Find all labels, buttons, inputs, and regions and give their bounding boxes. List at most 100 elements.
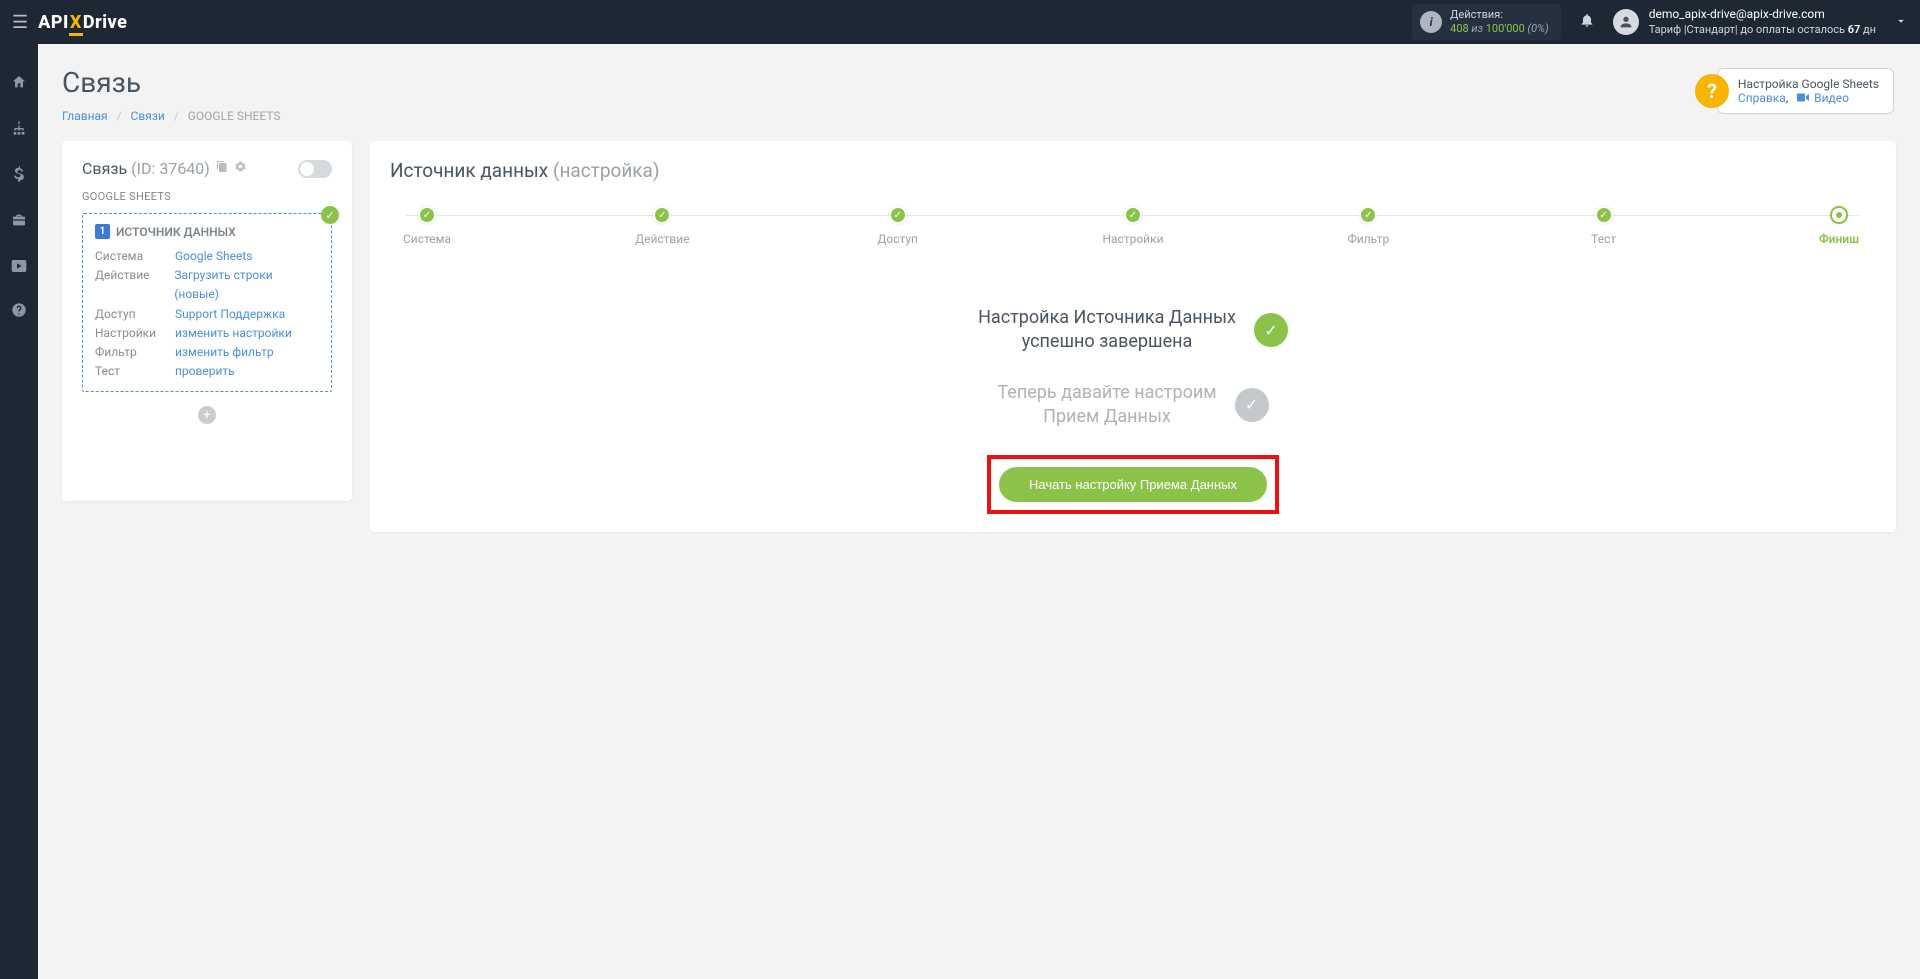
actions-pct: (0%)	[1528, 22, 1549, 35]
sitemap-icon[interactable]	[10, 120, 28, 140]
status-done-l1: Настройка Источника Данных	[978, 306, 1236, 330]
source-row-value[interactable]: Загрузить строки (новые)	[174, 266, 319, 304]
logo-post: Drive	[83, 12, 128, 33]
source-row-key: Доступ	[95, 305, 175, 324]
source-row-value[interactable]: изменить фильтр	[175, 343, 274, 362]
source-head-label: ИСТОЧНИК ДАННЫХ	[116, 225, 236, 239]
step-фильтр[interactable]: ✓ Фильтр	[1333, 206, 1403, 246]
avatar	[1613, 9, 1639, 35]
step-система[interactable]: ✓Система	[392, 206, 462, 246]
help-question-icon[interactable]: ?	[1695, 74, 1729, 108]
help-link-guide[interactable]: Справка	[1738, 91, 1786, 105]
source-row: Настройкиизменить настройки	[95, 324, 319, 343]
page: Связь Главная / Связи / GOOGLE SHEETS Св…	[38, 44, 1920, 556]
source-row: ДействиеЗагрузить строки (новые)	[95, 266, 319, 304]
step-dot: ✓	[653, 206, 671, 224]
source-check-icon: ✓	[321, 206, 339, 224]
logo-x: X	[69, 12, 83, 36]
step-dot: ✓	[1124, 206, 1142, 224]
source-row-value[interactable]: изменить настройки	[175, 324, 292, 343]
topbar: ☰ APIXDrive i Действия: 408 из 100'000 (…	[0, 0, 1920, 44]
actions-label: Действия:	[1450, 8, 1549, 22]
user-block[interactable]: demo_apix-drive@apix-drive.com Тариф |Ст…	[1613, 7, 1876, 37]
source-number: 1	[95, 224, 110, 239]
gear-icon[interactable]	[234, 160, 247, 177]
step-настройки[interactable]: ✓ Настройки	[1098, 206, 1168, 246]
bell-icon[interactable]	[1579, 12, 1595, 32]
breadcrumb-current: GOOGLE SHEETS	[188, 109, 281, 123]
actions-of: из	[1471, 22, 1483, 35]
copy-icon[interactable]	[216, 160, 228, 177]
source-row-key: Система	[95, 247, 175, 266]
status-next-l2: Прием Данных	[997, 405, 1216, 429]
source-row: Тестпроверить	[95, 362, 319, 381]
actions-pill[interactable]: i Действия: 408 из 100'000 (0%)	[1412, 4, 1561, 40]
source-row-value[interactable]: Google Sheets	[175, 247, 252, 266]
add-step-button[interactable]: +	[198, 406, 216, 424]
logo[interactable]: APIXDrive	[38, 12, 127, 33]
step-финиш[interactable]: Финиш	[1804, 206, 1874, 246]
start-setup-button[interactable]: Начать настройку Приема Данных	[999, 467, 1267, 502]
source-box: ✓ 1 ИСТОЧНИК ДАННЫХ СистемаGoogle Sheets…	[82, 213, 332, 392]
step-доступ[interactable]: ✓ Доступ	[863, 206, 933, 246]
help-title: Настройка Google Sheets	[1738, 77, 1879, 91]
status-done-l2: успешно завершена	[978, 330, 1236, 354]
setup-title: Источник данных (настройка)	[390, 159, 1876, 182]
camera-icon	[1797, 91, 1812, 105]
status-next-row: Теперь давайте настроим Прием Данных ✓	[390, 381, 1876, 430]
step-label: Тест	[1591, 232, 1616, 246]
briefcase-icon[interactable]	[10, 212, 28, 232]
help-link-video[interactable]: Видео	[1814, 91, 1849, 105]
dollar-icon[interactable]	[10, 166, 28, 186]
card-id: (ID: 37640)	[131, 159, 210, 178]
stepper: ✓Система✓Действие✓Доступ✓Настройки✓Фильт…	[392, 206, 1874, 246]
actions-limit: 100'000	[1486, 22, 1525, 35]
user-tariff: Тариф |Стандарт| до оплаты осталось 67 д…	[1649, 23, 1876, 37]
connection-card: Связь (ID: 37640) GOOGLE SHEETS ✓	[62, 141, 352, 501]
source-row-key: Тест	[95, 362, 175, 381]
card-title: Связь	[82, 159, 127, 178]
home-icon[interactable]	[10, 74, 28, 94]
actions-count: 408	[1450, 22, 1469, 35]
left-rail	[0, 44, 38, 979]
step-тест[interactable]: ✓ Тест	[1569, 206, 1639, 246]
breadcrumb-links[interactable]: Связи	[131, 109, 165, 123]
info-icon: i	[1420, 11, 1442, 33]
hamburger-icon[interactable]: ☰	[12, 12, 28, 33]
source-row-key: Фильтр	[95, 343, 175, 362]
source-row: СистемаGoogle Sheets	[95, 247, 319, 266]
step-label: Фильтр	[1347, 232, 1389, 246]
enable-toggle[interactable]	[298, 160, 332, 178]
step-действие[interactable]: ✓ Действие	[627, 206, 697, 246]
step-dot	[1830, 206, 1848, 224]
status-next-l1: Теперь давайте настроим	[997, 381, 1216, 405]
help-popup: ? Настройка Google Sheets Справка, Видео	[1695, 68, 1894, 114]
source-row: Фильтризменить фильтр	[95, 343, 319, 362]
source-row: ДоступSupport Поддержка	[95, 305, 319, 324]
status-done-row: Настройка Источника Данных успешно завер…	[390, 306, 1876, 355]
card-sub: GOOGLE SHEETS	[82, 190, 332, 203]
page-title: Связь	[62, 66, 1896, 99]
breadcrumb-home[interactable]: Главная	[62, 109, 108, 123]
step-label: Финиш	[1819, 232, 1859, 246]
help-box: Настройка Google Sheets Справка, Видео	[1717, 68, 1894, 114]
youtube-icon[interactable]	[10, 258, 28, 276]
step-label: Действие	[635, 232, 690, 246]
breadcrumb: Главная / Связи / GOOGLE SHEETS	[62, 109, 1896, 123]
source-row-value[interactable]: Support Поддержка	[175, 305, 285, 324]
step-dot: ✓	[889, 206, 907, 224]
step-dot: ✓	[1595, 206, 1613, 224]
step-dot: ✓	[1359, 206, 1377, 224]
source-row-key: Действие	[95, 266, 174, 304]
help-icon[interactable]	[10, 302, 28, 322]
check-icon: ✓	[1254, 313, 1288, 347]
user-email: demo_apix-drive@apix-drive.com	[1649, 7, 1876, 23]
check-pending-icon: ✓	[1235, 388, 1269, 422]
step-label: Настройки	[1102, 232, 1163, 246]
chevron-down-icon[interactable]	[1894, 13, 1908, 32]
cta-highlight: Начать настройку Приема Данных	[987, 455, 1279, 514]
step-label: Доступ	[877, 232, 918, 246]
setup-card: Источник данных (настройка) ✓Система✓Дей…	[370, 141, 1896, 532]
step-dot: ✓	[418, 206, 436, 224]
source-row-value[interactable]: проверить	[175, 362, 235, 381]
